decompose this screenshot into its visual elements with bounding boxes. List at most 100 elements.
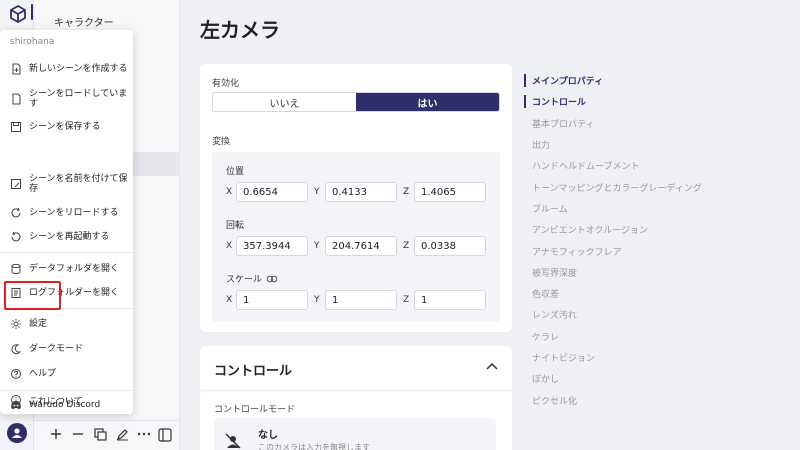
scale-label-row: スケール — [226, 272, 278, 285]
toc-item[interactable]: ブルーム — [524, 198, 784, 219]
toc-item[interactable]: レンズ汚れ — [524, 304, 784, 325]
control-header[interactable]: コントロール — [214, 360, 292, 379]
axis-x-label: X — [226, 241, 233, 251]
menu-item-save-scene[interactable]: シーンを保存する — [0, 119, 133, 135]
position-y-input[interactable] — [325, 182, 397, 202]
axis-x-label: X — [226, 187, 233, 197]
toc-item[interactable]: ぼかし — [524, 368, 784, 389]
menu-item-reload-scene[interactable]: シーンをリロードする — [0, 205, 133, 221]
rotation-y-input[interactable] — [325, 236, 397, 256]
main-properties-card: 有効化 いいえ はい 変換 位置 X Y Z 回転 X Y Z スケール — [200, 64, 512, 332]
moon-icon — [10, 343, 22, 355]
more-icon[interactable] — [136, 426, 152, 442]
toc-item[interactable]: アナモフィックフレア — [524, 240, 784, 261]
toc-item[interactable]: ハンドヘルドムーブメント — [524, 155, 784, 176]
rotation-x-input[interactable] — [236, 236, 308, 256]
toc-item[interactable]: ナイトビジョン — [524, 347, 784, 368]
menu-item-label: ダークモード — [29, 344, 84, 354]
scale-label: スケール — [226, 275, 263, 285]
menu-item-about[interactable]: これについて — [0, 392, 133, 408]
toc-item[interactable]: メインプロパティ — [524, 70, 784, 91]
transform-label: 変換 — [212, 137, 231, 147]
menu-item-label: シーンを名前を付けて保存 — [29, 174, 128, 194]
toc-item[interactable]: ピクセル化 — [524, 389, 784, 410]
scale-x-input[interactable] — [236, 290, 308, 310]
menu-item-new-scene[interactable]: 新しいシーンを作成する — [0, 56, 133, 82]
save-as-icon — [10, 178, 22, 190]
inspector: 左カメラ 有効化 いいえ はい 変換 位置 X Y Z 回転 X Y Z — [180, 0, 800, 450]
menu-item-label: ヘルプ — [29, 369, 57, 379]
toc-item[interactable]: 色収差 — [524, 283, 784, 304]
table-of-contents: メインプロパティ コントロール 基本プロパティ 出力 ハンドヘルドムーブメント … — [524, 70, 784, 411]
control-mode-title: なし — [258, 430, 278, 441]
settings-highlight-box — [4, 281, 61, 310]
hierarchy-item-character[interactable]: キャラクター — [54, 14, 114, 29]
toc-item[interactable]: コントロール — [524, 91, 784, 112]
control-card: コントロール コントロールモード なし このカメラは入力を無視します — [200, 346, 512, 450]
scale-z-input[interactable] — [414, 290, 486, 310]
menu-item-load-scene[interactable]: シーンをロードしています — [0, 86, 133, 112]
database-icon — [10, 263, 22, 275]
user-avatar-icon[interactable] — [7, 423, 27, 443]
new-file-icon — [10, 63, 22, 75]
info-icon — [10, 394, 22, 406]
position-z-input[interactable] — [414, 182, 486, 202]
toc-item[interactable]: アンビエントオクルージョン — [524, 219, 784, 240]
menu-item-restart-scene[interactable]: シーンを再起動する — [0, 229, 133, 245]
axis-y-label: Y — [314, 295, 320, 305]
scale-y-input[interactable] — [325, 290, 397, 310]
menu-separator — [0, 252, 133, 253]
menu-item-label: 新しいシーンを作成する — [29, 64, 128, 74]
control-divider — [200, 390, 512, 391]
control-mode-option[interactable]: なし このカメラは入力を無視します — [214, 418, 496, 450]
enabled-label: 有効化 — [212, 79, 240, 89]
menu-item-dark-mode[interactable]: ダークモード — [0, 341, 133, 357]
control-mode-description: このカメラは入力を無視します — [258, 443, 370, 450]
save-icon — [10, 121, 22, 133]
menu-item-label: シーンをリロードする — [29, 208, 119, 218]
menu-item-label: シーンをロードしています — [29, 89, 128, 109]
toc-item[interactable]: トーンマッピングとカラーグレーディング — [524, 176, 784, 197]
cube-logo-icon[interactable] — [8, 4, 28, 24]
toc-item[interactable]: 被写界深度 — [524, 262, 784, 283]
no-input-icon — [225, 433, 241, 449]
enabled-no-option[interactable]: いいえ — [213, 93, 356, 111]
page-title: 左カメラ — [200, 18, 280, 42]
help-icon — [10, 368, 22, 380]
pencil-icon[interactable] — [114, 426, 130, 442]
toc-item[interactable]: ケラレ — [524, 326, 784, 347]
enabled-yes-option[interactable]: はい — [356, 93, 499, 111]
position-label: 位置 — [226, 167, 245, 177]
transform-group: 位置 X Y Z 回転 X Y Z スケール X Y Z — [212, 152, 500, 322]
toc-item[interactable]: 基本プロパティ — [524, 113, 784, 134]
toc-item[interactable]: 出力 — [524, 134, 784, 155]
menu-item-save-scene-as[interactable]: シーンを名前を付けて保存 — [0, 171, 133, 197]
axis-z-label: Z — [403, 295, 410, 305]
minus-icon[interactable] — [70, 426, 86, 442]
hierarchy-divider — [34, 420, 180, 421]
menu-item-help[interactable]: ヘルプ — [0, 366, 133, 382]
axis-y-label: Y — [314, 241, 320, 251]
gear-icon — [10, 318, 22, 330]
menu-item-label: シーンを再起動する — [29, 232, 110, 242]
axis-z-label: Z — [403, 187, 410, 197]
file-icon — [10, 93, 22, 105]
axis-z-label: Z — [403, 241, 410, 251]
main-menu: shirohana 新しいシーンを作成する シーンをロードしています シーンを保… — [0, 30, 133, 414]
rotation-z-input[interactable] — [414, 236, 486, 256]
plus-icon[interactable] — [48, 426, 64, 442]
link-icon[interactable] — [266, 275, 278, 283]
position-x-input[interactable] — [236, 182, 308, 202]
panel-toggle-icon[interactable] — [158, 428, 172, 442]
menu-item-settings[interactable]: 設定 — [0, 316, 133, 332]
menu-item-open-data-folder[interactable]: データフォルダを開く — [0, 261, 133, 277]
menu-username: shirohana — [10, 37, 55, 47]
control-mode-label: コントロールモード — [214, 405, 296, 415]
rail-active-indicator — [31, 4, 33, 20]
menu-item-label: シーンを保存する — [29, 122, 101, 132]
chevron-up-icon[interactable] — [486, 362, 498, 370]
axis-y-label: Y — [314, 187, 320, 197]
copy-icon[interactable] — [92, 426, 108, 442]
hierarchy-toolbar — [48, 426, 152, 442]
enabled-toggle: いいえ はい — [212, 92, 500, 112]
